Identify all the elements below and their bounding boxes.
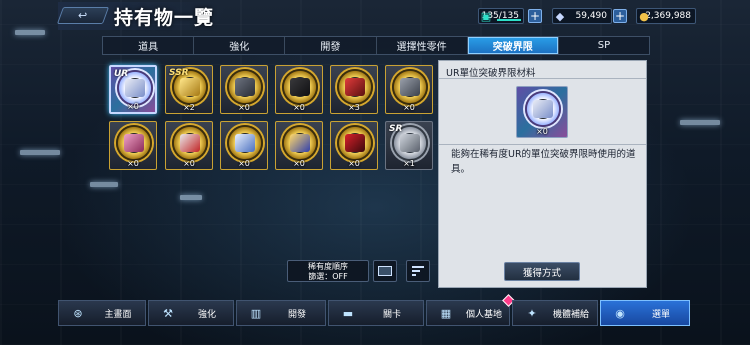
nav-menu[interactable]: ◉ 選單 bbox=[600, 300, 690, 326]
mobile-suit-icon bbox=[235, 134, 255, 152]
stamina-icon: ▣ bbox=[480, 9, 492, 23]
item-count: ×2 bbox=[183, 103, 195, 112]
item-slot[interactable]: ×0 bbox=[165, 121, 213, 170]
nav-stage[interactable]: ▬ 關卡 bbox=[328, 300, 424, 326]
factory-icon: ▥ bbox=[250, 306, 262, 320]
nav-home[interactable]: ⊛ 主畫面 bbox=[58, 300, 146, 326]
tab-optional-parts[interactable]: 選擇性零件 bbox=[377, 37, 468, 54]
item-slot[interactable]: SR ×1 bbox=[385, 121, 433, 170]
mobile-suit-icon bbox=[290, 78, 310, 96]
return-arrow-icon: ↩ bbox=[78, 9, 88, 22]
mobile-suit-icon bbox=[290, 134, 310, 152]
supply-icon: ✦ bbox=[527, 306, 537, 320]
mobile-suit-icon bbox=[533, 100, 553, 118]
sort-filter-button[interactable]: 稀有度順序 篩選：OFF bbox=[287, 260, 369, 282]
obtain-method-button[interactable]: 獲得方式 bbox=[504, 262, 580, 281]
mobile-suit-icon bbox=[400, 78, 420, 96]
detail-item-count: ×0 bbox=[536, 127, 548, 136]
item-slot[interactable]: ×0 bbox=[330, 121, 378, 170]
nav-develop[interactable]: ▥ 開發 bbox=[236, 300, 326, 326]
item-slot[interactable]: ×0 bbox=[275, 65, 323, 114]
item-count: ×0 bbox=[183, 159, 195, 168]
view-toggle-button[interactable] bbox=[373, 260, 397, 282]
gem-plus-button[interactable]: + bbox=[613, 9, 627, 23]
item-slot[interactable]: ×0 bbox=[109, 121, 157, 170]
item-slot[interactable]: ×3 bbox=[330, 65, 378, 114]
top-bar: ↩ 持有物一覽 ▣ 135/135 + ◆ 59,490 + ● 2,369,9… bbox=[0, 0, 750, 32]
category-tabs: 道具 強化 開發 選擇性零件 突破界限 SP bbox=[102, 36, 650, 55]
nav-personal-base[interactable]: ▦ 個人基地 bbox=[426, 294, 515, 326]
hangar-light bbox=[20, 150, 60, 155]
coin-display: ● 2,369,988 bbox=[636, 8, 696, 24]
item-count: ×0 bbox=[403, 103, 415, 112]
tab-develop[interactable]: 開發 bbox=[285, 37, 377, 54]
mobile-suit-icon bbox=[400, 134, 420, 152]
item-count: ×1 bbox=[403, 159, 415, 168]
filter-status-label: 篩選：OFF bbox=[308, 272, 348, 281]
stamina-display: ▣ 135/135 bbox=[478, 8, 524, 24]
gem-display: ◆ 59,490 bbox=[552, 8, 612, 24]
detail-title: UR單位突破界限材料 bbox=[439, 61, 646, 79]
tab-enhance[interactable]: 強化 bbox=[194, 37, 286, 54]
mobile-suit-icon bbox=[180, 78, 200, 96]
mobile-suit-icon bbox=[345, 134, 365, 152]
home-icon: ⊛ bbox=[73, 306, 83, 320]
item-count: ×0 bbox=[238, 103, 250, 112]
divider bbox=[439, 144, 646, 145]
weapon-icon: ▬ bbox=[342, 306, 354, 320]
item-count: ×0 bbox=[348, 159, 360, 168]
item-slot[interactable]: UR ×0 bbox=[109, 65, 157, 114]
wrench-icon: ⚒ bbox=[163, 306, 173, 320]
item-slot[interactable]: ×0 bbox=[275, 121, 323, 170]
coin-icon: ● bbox=[639, 9, 649, 23]
sort-order-label: 稀有度順序 bbox=[308, 262, 348, 271]
base-icon: ▦ bbox=[440, 306, 452, 320]
item-slot[interactable]: ×0 bbox=[220, 121, 268, 170]
item-grid: UR ×0 SSR ×2 ×0 ×0 ×3 ×0 ×0 ×0 ×0 ×0 ×0 … bbox=[107, 63, 433, 175]
item-count: ×0 bbox=[127, 159, 139, 168]
detail-description: 能夠在稀有度UR的單位突破界限時使用的道具。 bbox=[451, 149, 636, 175]
rarity-badge: UR bbox=[114, 69, 129, 79]
mobile-suit-icon bbox=[235, 78, 255, 96]
page-title: 持有物一覽 bbox=[114, 7, 215, 29]
menu-icon: ◉ bbox=[615, 306, 625, 320]
nav-enhance[interactable]: ⚒ 強化 bbox=[148, 300, 234, 326]
item-detail-panel: UR單位突破界限材料 ×0 能夠在稀有度UR的單位突破界限時使用的道具。 獲得方… bbox=[438, 60, 647, 288]
mobile-suit-icon bbox=[180, 134, 200, 152]
tab-limit-break[interactable]: 突破界限 bbox=[467, 37, 559, 54]
tab-sp[interactable]: SP bbox=[559, 37, 649, 54]
detail-item-image: ×0 bbox=[516, 86, 568, 138]
list-view-icon bbox=[378, 266, 392, 276]
item-count: ×0 bbox=[293, 159, 305, 168]
item-count: ×0 bbox=[238, 159, 250, 168]
bottom-nav: ⊛ 主畫面 ⚒ 強化 ▥ 開發 ▬ 關卡 ▦ 個人基地 ✦ 機體補給 ◉ 選單 bbox=[58, 294, 694, 326]
stamina-plus-button[interactable]: + bbox=[528, 9, 542, 23]
item-slot[interactable]: ×0 bbox=[385, 65, 433, 114]
item-count: ×3 bbox=[348, 103, 360, 112]
mobile-suit-icon bbox=[125, 79, 145, 97]
rarity-badge: SR bbox=[389, 124, 403, 134]
hangar-light bbox=[680, 120, 720, 125]
sort-icon bbox=[412, 266, 424, 276]
nav-supply[interactable]: ✦ 機體補給 bbox=[512, 300, 598, 326]
mobile-suit-icon bbox=[124, 134, 144, 152]
mobile-suit-icon bbox=[345, 78, 365, 96]
hangar-light bbox=[90, 182, 118, 187]
item-count: ×0 bbox=[127, 102, 139, 111]
tab-items[interactable]: 道具 bbox=[103, 37, 195, 54]
item-count: ×0 bbox=[293, 103, 305, 112]
rarity-badge: SSR bbox=[169, 68, 189, 78]
gem-icon: ◆ bbox=[555, 9, 565, 23]
sort-direction-button[interactable] bbox=[406, 260, 430, 282]
item-slot[interactable]: SSR ×2 bbox=[165, 65, 213, 114]
back-button[interactable]: ↩ bbox=[56, 7, 110, 24]
hangar-light bbox=[180, 195, 202, 200]
stamina-bar bbox=[497, 19, 521, 21]
item-slot[interactable]: ×0 bbox=[220, 65, 268, 114]
